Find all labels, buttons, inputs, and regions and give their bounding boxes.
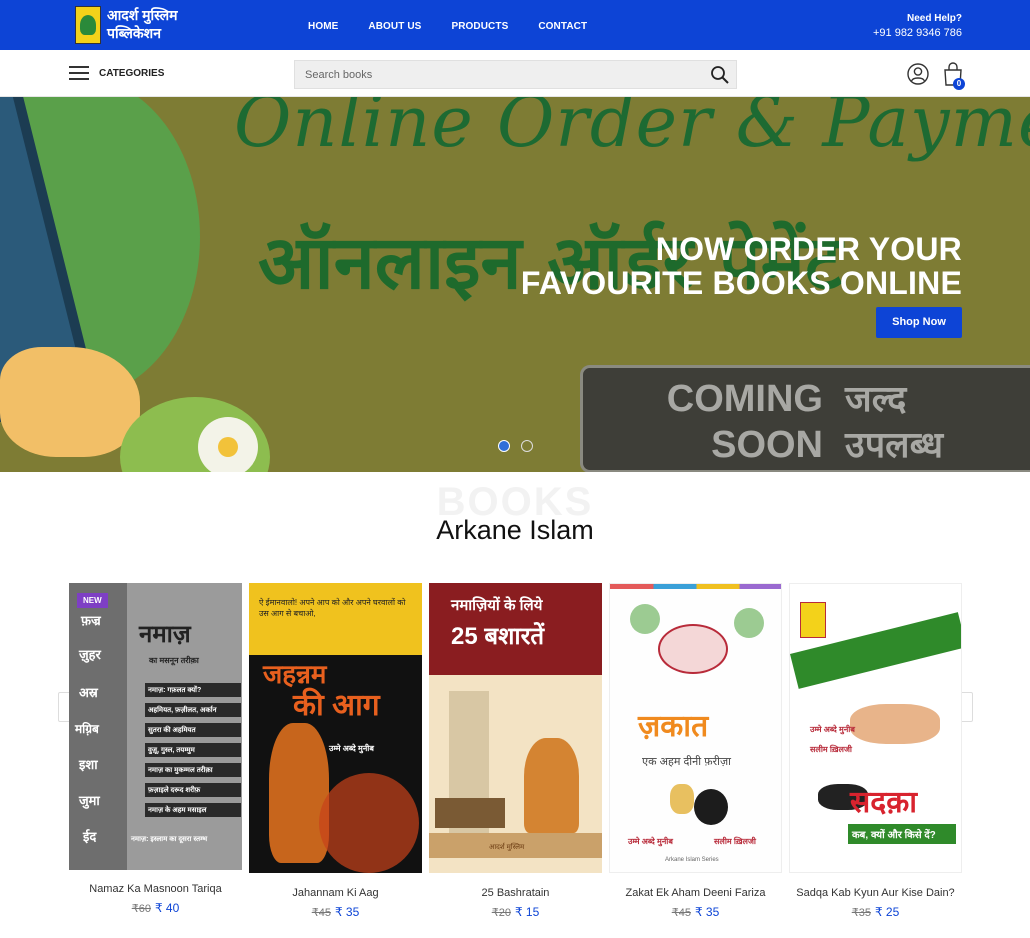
product-cover-image[interactable]: नमाज़ियों के लिये 25 बशारतें आदर्श मुस्ल… — [429, 583, 602, 873]
user-account-icon[interactable] — [907, 63, 929, 85]
slider-dot-1[interactable] — [498, 440, 510, 452]
hero-hand-illustration — [0, 347, 140, 457]
coming-hindi-line2: उपलब्ध — [845, 424, 944, 465]
cover-side-label: मग़्रिब — [75, 722, 99, 736]
cart-count-badge: 0 — [953, 78, 965, 90]
hamburger-icon — [69, 65, 89, 81]
sale-price: ₹ 25 — [874, 905, 900, 919]
cover-title: ज़कात — [638, 710, 709, 743]
cover-series: Arkane Islam Series — [665, 857, 719, 863]
cover-title: नमाज़ियों के लिये — [451, 597, 543, 614]
old-price: ₹60 — [131, 903, 151, 915]
top-header: आदर्श मुस्लिम पब्लिकेशन HOME ABOUT US PR… — [0, 0, 1030, 50]
search-icon[interactable] — [710, 65, 730, 85]
cover-side-label: जुमा — [79, 793, 100, 808]
cover-item: नमाज़: गफ़लत क्यों? — [145, 683, 241, 697]
nav-contact[interactable]: CONTACT — [538, 21, 587, 32]
logo-text-line2: पब्लिकेशन — [107, 25, 161, 41]
cover-title: की आग — [293, 689, 380, 722]
new-badge: NEW — [77, 593, 108, 608]
cover-footer: नमाज़: इस्लाम का दूसरा स्तम्भ — [131, 836, 208, 843]
cover-side-label: ज़ुहर — [79, 647, 101, 662]
cover-footer: आदर्श मुस्लिम — [489, 844, 525, 851]
categories-label: CATEGORIES — [99, 67, 165, 79]
old-price: ₹45 — [671, 907, 691, 919]
main-nav: HOME ABOUT US PRODUCTS CONTACT — [308, 21, 617, 32]
product-name[interactable]: Jahannam Ki Aag — [249, 887, 422, 899]
product-price: ₹60 ₹ 40 — [69, 901, 242, 915]
cover-item: अहमियत, फ़ज़ीलत, अर्कान — [145, 703, 241, 717]
slider-dot-2[interactable] — [521, 440, 533, 452]
help-phone[interactable]: +91 982 9346 786 — [873, 26, 962, 40]
product-price: ₹20 ₹ 15 — [429, 905, 602, 919]
old-price: ₹35 — [851, 907, 871, 919]
cover-credit: उम्मे अब्दे मुनीब — [810, 725, 855, 734]
coming-soon-sign: COMING SOON जल्द उपलब्ध — [580, 365, 1030, 472]
cover-side-label: इशा — [79, 757, 98, 772]
help-title: Need Help? — [906, 13, 962, 24]
logo-emblem — [75, 6, 101, 44]
product-cover-image[interactable]: ज़कात एक अहम दीनी फ़रीज़ा उम्मे अब्दे मु… — [609, 583, 782, 873]
flower-icon — [198, 417, 258, 472]
product-cover-image[interactable]: फ़ज्र ज़ुहर अस्र मग़्रिब इशा जुमा ईद नमा… — [69, 583, 242, 870]
product-name[interactable]: Namaz Ka Masnoon Tariqa — [69, 883, 242, 895]
cover-verse: ऐ ईमानवालो! अपने आप को और अपने घरवालों क… — [259, 598, 406, 618]
product-carousel: NEW फ़ज्र ज़ुहर अस्र मग़्रिब इशा जुमा ईद… — [69, 583, 962, 938]
shop-now-button[interactable]: Shop Now — [876, 307, 962, 338]
coming-text: COMING — [666, 378, 823, 420]
nav-about-us[interactable]: ABOUT US — [368, 21, 421, 32]
help-contact: Need Help? +91 982 9346 786 — [873, 12, 962, 40]
product-price: ₹45 ₹ 35 — [249, 905, 422, 919]
cover-credit: उम्मे अब्दे मुनीब — [628, 837, 673, 846]
cover-item: नमाज़ का मुकम्मल तरीक़ा — [145, 763, 241, 777]
cover-item: नमाज़ के अहम मसाइल — [145, 803, 241, 817]
sub-header: CATEGORIES 0 — [0, 50, 1030, 97]
logo-text-line1: आदर्श मुस्लिम — [107, 7, 178, 23]
site-logo[interactable]: आदर्श मुस्लिम पब्लिकेशन — [75, 6, 185, 46]
product-cover-image[interactable]: उम्मे अब्दे मुनीब सलीम ख़िलजी सदक़ा कब, … — [789, 583, 962, 873]
product-name[interactable]: 25 Bashratain — [429, 887, 602, 899]
product-cover-image[interactable]: ऐ ईमानवालो! अपने आप को और अपने घरवालों क… — [249, 583, 422, 873]
hero-heading: NOW ORDER YOUR FAVOURITE BOOKS ONLINE — [521, 232, 962, 300]
cover-side-label: फ़ज्र — [81, 613, 101, 628]
hero-heading-line2: FAVOURITE BOOKS ONLINE — [520, 265, 962, 301]
product-price: ₹35 ₹ 25 — [789, 905, 962, 919]
nav-home[interactable]: HOME — [308, 21, 338, 32]
cover-credit: उम्मे अब्दे मुनीब — [329, 744, 374, 753]
cover-item: सुतरा की अहमियत — [145, 723, 241, 737]
search-input[interactable] — [295, 61, 695, 88]
cover-title: सदक़ा — [850, 786, 918, 819]
cover-item: फ़ज़ाइले दरूद शरीफ़ — [145, 783, 241, 797]
old-price: ₹20 — [491, 907, 511, 919]
hero-script-text: Online Order & Payment — [234, 97, 1030, 163]
product-name[interactable]: Zakat Ek Aham Deeni Fariza — [609, 887, 782, 899]
coming-hindi-line1: जल्द — [845, 378, 907, 419]
product-price: ₹45 ₹ 35 — [609, 905, 782, 919]
cover-credit: सलीम ख़िलजी — [714, 837, 756, 846]
cover-credit: सलीम ख़िलजी — [810, 745, 852, 754]
section-title: Arkane Islam — [436, 515, 594, 545]
cover-title: नमाज़ — [139, 621, 191, 648]
hero-heading-line1: NOW ORDER YOUR — [655, 231, 962, 267]
sale-price: ₹ 15 — [514, 905, 540, 919]
sale-price: ₹ 35 — [334, 905, 360, 919]
slider-dots — [498, 440, 533, 452]
cover-subtitle: का मसनून तरीक़ा — [149, 656, 199, 665]
cover-side-label: अस्र — [79, 685, 98, 700]
soon-text: SOON — [711, 424, 823, 466]
cover-item: वुज़ू, गुस्ल, तयम्मुम — [145, 743, 241, 757]
sale-price: ₹ 35 — [694, 905, 720, 919]
cover-subtitle: एक अहम दीनी फ़रीज़ा — [642, 756, 732, 768]
cover-subtitle: कब, क्यों और किसे दें? — [848, 824, 956, 844]
product-name[interactable]: Sadqa Kab Kyun Aur Kise Dain? — [789, 887, 962, 899]
cover-title: 25 बशारतें — [451, 623, 545, 650]
old-price: ₹45 — [311, 907, 331, 919]
hero-banner: Online Order & Payment ऑनलाइन ऑर्डर पेमे… — [0, 97, 1030, 472]
sale-price: ₹ 40 — [154, 901, 180, 915]
categories-button[interactable]: CATEGORIES — [69, 65, 164, 81]
cover-side-label: ईद — [83, 829, 97, 844]
search-box — [294, 60, 737, 89]
nav-products[interactable]: PRODUCTS — [451, 21, 508, 32]
